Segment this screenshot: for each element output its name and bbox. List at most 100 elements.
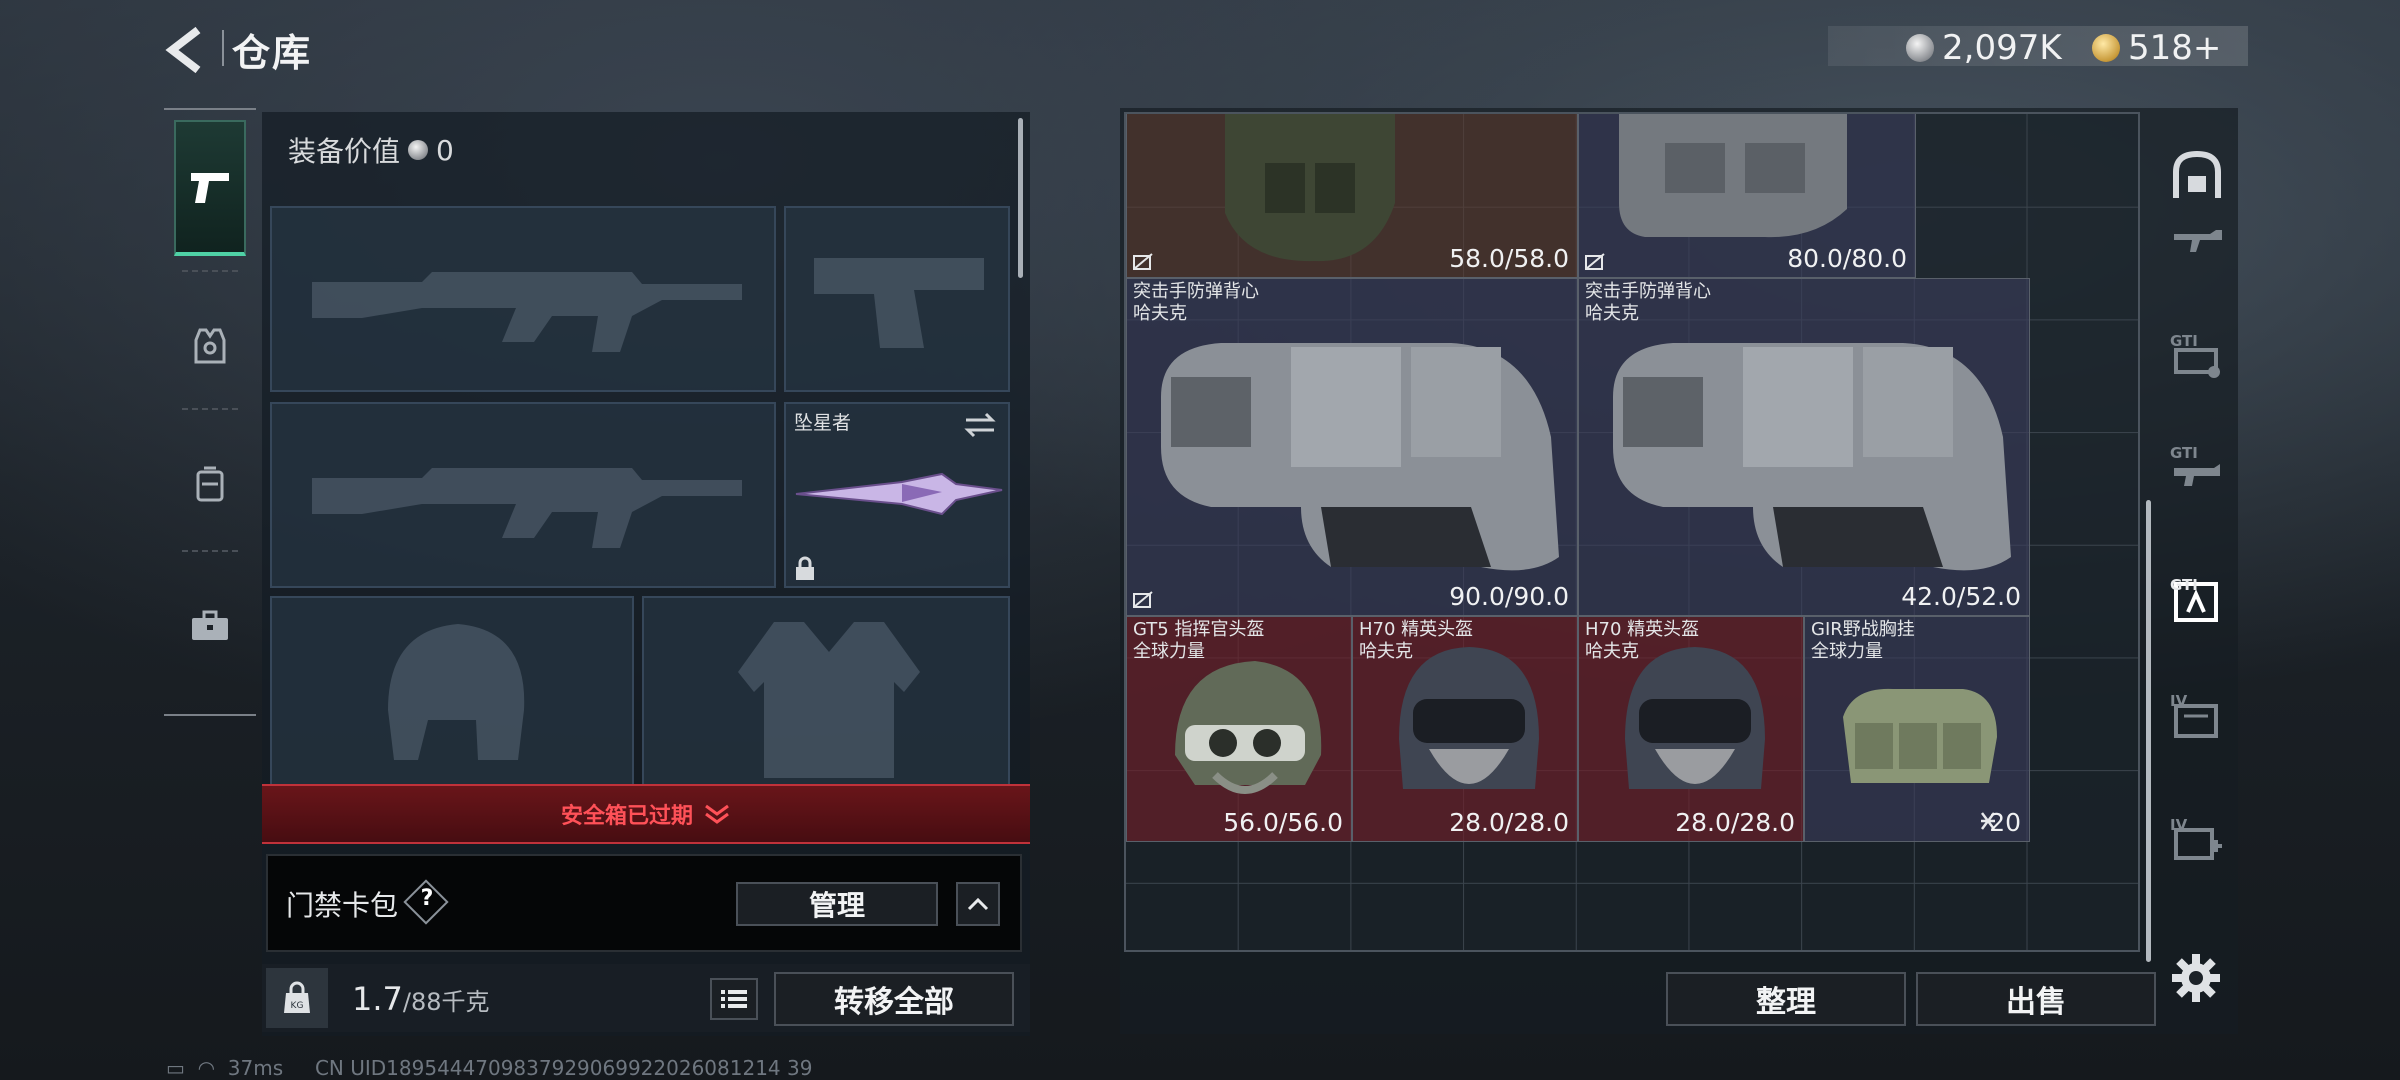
- container-tab-label: IV: [2170, 816, 2188, 834]
- safe-box-expired-banner[interactable]: 安全箱已过期: [262, 784, 1030, 844]
- battery-icon: ▭: [166, 1056, 185, 1080]
- settings-button[interactable]: [2170, 952, 2222, 1004]
- tab-divider: [182, 270, 238, 272]
- slot-body-armor[interactable]: [642, 596, 1010, 786]
- item-name-text: GIR野战胸挂: [1811, 619, 1915, 640]
- stash-item[interactable]: H70 精英头盔 哈夫克 28.0/28.0: [1578, 616, 1804, 842]
- container-tab-iv-2[interactable]: IV: [2170, 812, 2224, 866]
- collapse-button[interactable]: [956, 882, 1000, 926]
- weight-max: /88千克: [402, 988, 490, 1016]
- svg-text:KG: KG: [291, 1001, 304, 1011]
- tab-backpack[interactable]: [174, 416, 246, 552]
- stash-item[interactable]: GIR野战胸挂 全球力量 20: [1804, 616, 2030, 842]
- container-sidebar: GTI GTI GTI IV IV: [2158, 108, 2236, 958]
- container-tab-gti-3[interactable]: GTI: [2170, 572, 2224, 626]
- transfer-all-button[interactable]: 转移全部: [774, 972, 1014, 1026]
- item-name-text: 突击手防弹背心: [1585, 281, 1711, 302]
- safe-icon: [2173, 150, 2221, 198]
- stash-item[interactable]: H70 精英头盔 哈夫克 28.0/28.0: [1352, 616, 1578, 842]
- uid-text: CN UID1895444709837929069922026081214 39: [314, 1056, 813, 1080]
- stash-grid[interactable]: 58.0/58.0 80.0/80.0 突击手防弹背心 哈夫克 90.0/90.…: [1124, 112, 2140, 952]
- helmet-silhouette-icon: [388, 624, 525, 760]
- equipment-value: 装备价值 0: [288, 130, 454, 170]
- equipment-value-label: 装备价值: [288, 135, 401, 168]
- briefcase-icon: [192, 610, 228, 640]
- container-tab-weapon-case[interactable]: [2170, 226, 2224, 256]
- rifle-case-icon: [2174, 230, 2222, 252]
- item-durability: 56.0/56.0: [1223, 808, 1343, 837]
- slot-melee[interactable]: 坠星者: [784, 402, 1010, 588]
- item-durability: 90.0/90.0: [1449, 582, 1569, 611]
- container-tab-label: GTI: [2170, 332, 2198, 350]
- pistol-silhouette-icon: [814, 258, 984, 348]
- item-brand: 全球力量: [1811, 641, 1883, 662]
- tab-weapons[interactable]: [174, 120, 246, 256]
- item-name-text: GT5 指挥官头盔: [1133, 619, 1265, 640]
- weight-icon: KG: [284, 981, 310, 1013]
- tab-case[interactable]: [174, 558, 246, 694]
- help-mark: ?: [420, 886, 434, 911]
- item-durability: 42.0/52.0: [1901, 582, 2021, 611]
- vest-item-icon: [1161, 343, 1559, 571]
- container-tab-gti-2[interactable]: GTI: [2170, 438, 2224, 492]
- slot-secondary-weapon[interactable]: [270, 402, 776, 588]
- vest-item-icon: [1225, 114, 1395, 262]
- currency-silver-value: 2,097K: [1942, 28, 2062, 68]
- stash-scrollbar[interactable]: [2146, 500, 2151, 962]
- sort-button[interactable]: 整理: [1666, 972, 1906, 1026]
- gold-coin-icon: [2092, 34, 2120, 62]
- backpack-icon: [196, 466, 224, 502]
- item-name-text: 突击手防弹背心: [1133, 281, 1259, 302]
- item-durability: 80.0/80.0: [1787, 244, 1907, 273]
- knife-icon: [795, 472, 1003, 516]
- loadout-scrollbar[interactable]: [1018, 118, 1023, 278]
- manage-button[interactable]: 管理: [736, 882, 938, 926]
- rifle-silhouette-icon: [312, 272, 742, 352]
- weight-readout: 1.7/88千克: [352, 980, 490, 1018]
- tab-divider: [182, 408, 238, 410]
- ping-value: 37ms: [227, 1056, 284, 1080]
- card-pack-label: 门禁卡包: [286, 889, 399, 922]
- currency-gold: 518+: [2092, 28, 2221, 68]
- melee-name: 坠星者: [794, 412, 852, 434]
- page-title: 仓库: [232, 31, 313, 75]
- tab-divider: [182, 550, 238, 552]
- slot-helmet[interactable]: [270, 596, 634, 786]
- helmet-item-icon: [1399, 647, 1539, 789]
- swap-icon[interactable]: [962, 410, 998, 440]
- back-button[interactable]: [160, 22, 220, 78]
- chevron-down-double-icon: [705, 804, 729, 824]
- tab-armor[interactable]: [174, 278, 246, 414]
- lock-icon: [796, 556, 814, 580]
- pistol-icon: [191, 173, 229, 203]
- sell-button[interactable]: 出售: [1916, 972, 2156, 1026]
- container-tab-gti-1[interactable]: GTI: [2170, 326, 2224, 380]
- container-tab-safe[interactable]: [2170, 148, 2224, 202]
- slot-sidearm[interactable]: [784, 206, 1010, 392]
- no-insurance-icon: [1133, 591, 1153, 608]
- item-durability: 58.0/58.0: [1449, 244, 1569, 273]
- list-view-button[interactable]: [710, 978, 758, 1020]
- stash-item[interactable]: 突击手防弹背心 哈夫克 90.0/90.0: [1126, 278, 1578, 616]
- item-brand: 哈夫克: [1585, 303, 1639, 324]
- vest-item-icon: [1619, 114, 1847, 238]
- weight-lock: KG: [266, 968, 328, 1028]
- rifle-silhouette-icon: [312, 468, 742, 548]
- container-tab-iv-1[interactable]: IV: [2170, 688, 2224, 742]
- item-name: 突击手防弹背心 哈夫克: [1585, 281, 1711, 325]
- helmet-item-icon: [1625, 647, 1765, 789]
- item-durability: 28.0/28.0: [1675, 808, 1795, 837]
- list-icon: [721, 990, 747, 1008]
- currency-silver: 2,097K: [1906, 28, 2062, 68]
- slot-primary-weapon[interactable]: [270, 206, 776, 392]
- stash-item[interactable]: 突击手防弹背心 哈夫克 42.0/52.0: [1578, 278, 2030, 616]
- helmet-item-icon: [1175, 661, 1322, 794]
- container-tab-label: GTI: [2170, 444, 2198, 462]
- category-tabs: [164, 108, 256, 716]
- status-bar: ▭ ◠ 37ms CN UID1895444709837929069922026…: [166, 1056, 812, 1080]
- stash-item[interactable]: GT5 指挥官头盔 全球力量 56.0/56.0: [1126, 616, 1352, 842]
- stash-item[interactable]: 80.0/80.0: [1578, 114, 1916, 278]
- stash-item[interactable]: 58.0/58.0: [1126, 114, 1578, 278]
- chevron-up-icon: [967, 897, 989, 911]
- wifi-icon: ◠: [197, 1056, 216, 1080]
